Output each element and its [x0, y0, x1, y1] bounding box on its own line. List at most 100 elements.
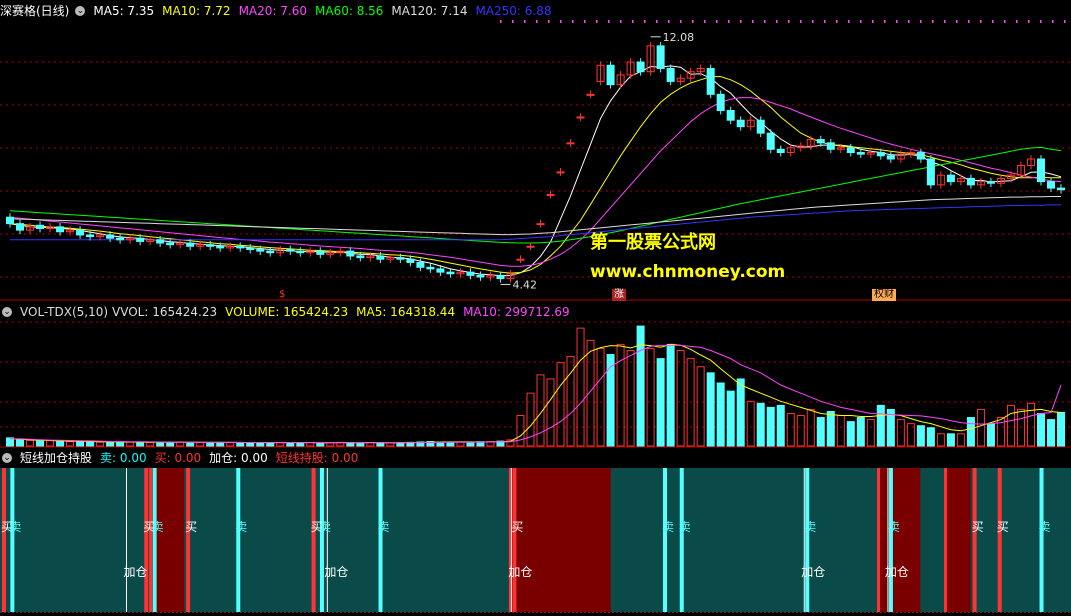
candle-body — [736, 119, 745, 128]
volume-bar — [446, 441, 455, 447]
signal-bar — [663, 468, 668, 612]
marker-dot — [536, 20, 538, 23]
candle-body — [916, 152, 925, 160]
candle-body — [856, 152, 865, 155]
candle-body — [846, 147, 855, 154]
volume-bar — [156, 441, 165, 447]
candle-body — [86, 234, 95, 238]
volume-bar — [76, 441, 85, 447]
candle-body — [346, 250, 355, 257]
marker-dot — [692, 20, 694, 23]
volume-bar — [716, 382, 725, 447]
volume-bar — [876, 404, 885, 447]
volume-bar — [1046, 419, 1055, 447]
candle-body — [666, 67, 675, 82]
marker-dot — [764, 20, 766, 23]
candle-body — [426, 266, 435, 270]
volume-ma-ma5 — [9, 343, 1062, 444]
candle-body — [726, 110, 735, 121]
hold-zone — [878, 468, 921, 612]
volume-bar — [666, 343, 675, 447]
volume-bar — [776, 404, 785, 447]
price-annotation: 4.42 — [512, 278, 537, 291]
sell-label: 卖 — [887, 520, 900, 534]
volume-bar — [86, 441, 95, 447]
marker-dot — [548, 20, 550, 23]
volume-bar — [1016, 408, 1025, 447]
candle-body — [236, 245, 245, 249]
sell-label: 卖 — [377, 520, 390, 534]
signal-bar — [152, 468, 157, 612]
volume-bar — [56, 440, 65, 447]
candle-body — [16, 223, 25, 231]
signal-bar — [997, 468, 1002, 612]
candle-body — [576, 116, 585, 119]
candle-body — [106, 234, 115, 239]
signal-bar — [512, 468, 517, 612]
candle-body — [36, 224, 45, 229]
volume-ma-ma10 — [9, 344, 1062, 444]
ma-line-ma60 — [9, 146, 1062, 244]
candle-body — [416, 261, 425, 268]
candle-body — [406, 258, 415, 263]
signal-bar — [236, 468, 241, 612]
signal-bar — [888, 468, 893, 612]
volume-bar — [726, 390, 735, 447]
candle-body — [266, 250, 275, 254]
marker-dot — [752, 20, 754, 23]
add-position-label: 加仓 — [324, 565, 349, 579]
signal-bar — [10, 468, 15, 612]
marker-dot — [944, 20, 946, 23]
volume-bar — [106, 441, 115, 447]
candle-body — [296, 250, 305, 254]
volume-bar — [36, 440, 45, 447]
candle-body — [656, 45, 665, 69]
volume-bar — [386, 442, 395, 447]
signal-bar — [679, 468, 684, 612]
candle-body — [876, 152, 885, 157]
candle-body — [56, 226, 65, 233]
volume-bar — [796, 415, 805, 447]
sell-label: 卖 — [235, 520, 248, 534]
volume-bar — [556, 362, 565, 447]
marker-dot — [668, 20, 670, 23]
candle-body — [566, 142, 575, 145]
volume-bar — [826, 410, 835, 447]
event-tag[interactable]: $ — [277, 289, 287, 301]
sell-label: 卖 — [662, 520, 675, 534]
volume-bar — [316, 442, 325, 447]
candle-body — [516, 258, 525, 261]
candle-body — [586, 93, 595, 96]
volume-bar — [396, 442, 405, 447]
volume-bar — [846, 421, 855, 447]
candle-body — [556, 171, 565, 174]
volume-bar — [266, 442, 275, 447]
volume-bar — [976, 408, 985, 447]
candle-body — [926, 158, 935, 186]
marker-dot — [572, 20, 574, 23]
marker-dot — [644, 20, 646, 23]
candle-body — [776, 148, 785, 154]
marker-dot — [872, 20, 874, 23]
marker-dot — [1064, 20, 1066, 23]
candle-body — [546, 194, 555, 197]
event-tag[interactable]: 权财 — [872, 289, 896, 301]
event-tag[interactable]: 涨 — [612, 289, 626, 301]
marker-dot — [740, 20, 742, 23]
marker-dot — [632, 20, 634, 23]
candle-body — [826, 142, 835, 150]
volume-bar — [116, 441, 125, 447]
watermark-url: www.chnmoney.com — [590, 262, 786, 282]
marker-dot — [728, 20, 730, 23]
volume-bar — [756, 402, 765, 447]
marker-dot — [596, 20, 598, 23]
volume-bar — [926, 427, 935, 447]
marker-dot — [776, 20, 778, 23]
volume-bar — [656, 358, 665, 447]
volume-bar — [836, 415, 845, 447]
sell-label: 卖 — [1038, 520, 1051, 534]
marker-dot — [932, 20, 934, 23]
signal-bar — [144, 468, 149, 612]
marker-dot — [1016, 20, 1018, 23]
marker-dot — [560, 20, 562, 23]
